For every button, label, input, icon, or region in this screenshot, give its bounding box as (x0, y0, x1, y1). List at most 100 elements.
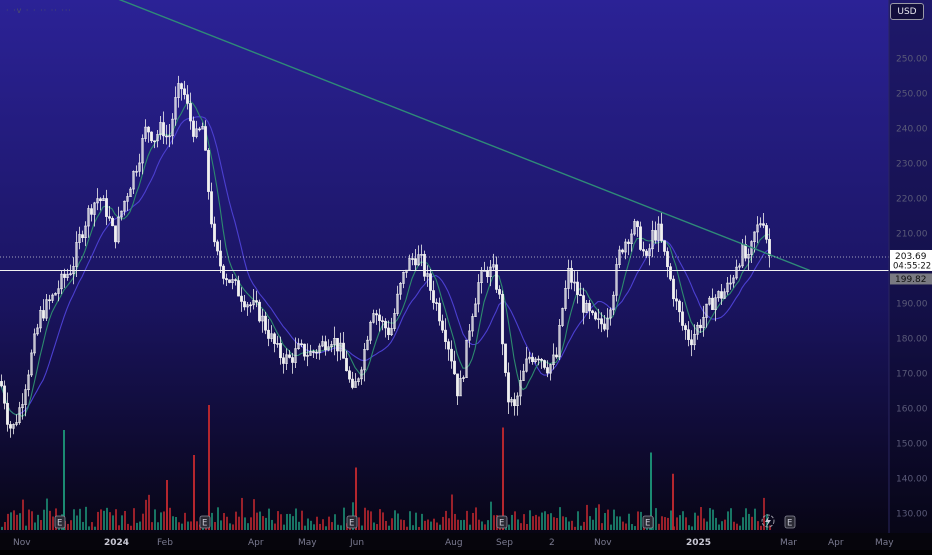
candle-body (453, 360, 456, 375)
earnings-marker[interactable]: E (642, 515, 654, 529)
candle-body (675, 298, 678, 302)
volume-bar (694, 512, 696, 530)
volume-bar (43, 509, 45, 530)
candle-body (279, 343, 282, 359)
volume-bar (658, 523, 660, 530)
candle-body (495, 264, 498, 290)
volume-bar (181, 523, 183, 530)
time-axis-label: 2 (549, 538, 555, 548)
volume-bar (547, 514, 549, 530)
countdown-label: 04:55:22 (893, 261, 931, 271)
time-axis-label: May (298, 538, 317, 548)
candle-body (105, 198, 108, 217)
volume-bar (145, 499, 147, 530)
volume-bar (535, 514, 537, 530)
candle-body (447, 341, 450, 350)
price-tick-label: 130.00 (896, 510, 928, 520)
volume-bar (127, 523, 129, 530)
volume-bar (334, 514, 336, 530)
volume-bar (469, 524, 471, 530)
candle-body (216, 241, 219, 252)
volume-bar (595, 507, 597, 530)
volume-bar (703, 518, 705, 530)
candle-body (381, 320, 384, 322)
candle-body (684, 325, 687, 330)
candle-body (351, 378, 354, 388)
volume-bar (715, 517, 717, 530)
volume-bar (394, 510, 396, 530)
earnings-marker[interactable]: E (784, 515, 796, 529)
candle-body (690, 339, 693, 346)
candle-body (90, 208, 93, 215)
volume-bar (403, 520, 405, 530)
volume-bar (13, 510, 15, 530)
volume-bar (379, 509, 381, 530)
volume-bar (142, 513, 144, 530)
candlestick-chart[interactable]: 250.00 250.00 240.00 230.00 220.00 210.00 190.… (0, 0, 932, 550)
candle-body (9, 424, 12, 429)
volume-bar (601, 523, 603, 530)
volume-bar (130, 525, 132, 530)
volume-bar (655, 508, 657, 530)
volume-bar (751, 516, 753, 530)
volume-bar (91, 522, 93, 530)
volume-bar (46, 498, 48, 530)
volume-bar (679, 515, 681, 530)
time-axis-label: Aug (445, 538, 463, 548)
volume-bar (277, 511, 279, 530)
earnings-marker[interactable]: E (54, 515, 66, 529)
volume-bar (766, 514, 768, 530)
earnings-marker[interactable]: E (199, 515, 211, 529)
volume-bar (706, 521, 708, 530)
volume-bar (160, 512, 162, 530)
volume-bar (1, 526, 3, 530)
volume-bar (427, 519, 429, 530)
volume-bar (358, 517, 360, 530)
price-tick-label: 220.00 (896, 195, 928, 205)
candle-body (3, 385, 6, 404)
candle-body (153, 140, 156, 143)
volume-bar (580, 525, 582, 530)
candle-body (324, 341, 327, 351)
volume-bar (307, 518, 309, 530)
volume-bar (364, 507, 366, 530)
volume-bar (163, 511, 165, 530)
volume-bar (73, 509, 75, 530)
volume-bar (316, 516, 318, 530)
candle-body (282, 357, 285, 364)
candle-body (240, 295, 243, 302)
volume-bar (385, 520, 387, 530)
volume-bar (109, 512, 111, 530)
earnings-marker[interactable]: E (346, 515, 358, 529)
volume-bar (241, 497, 243, 530)
candle-body (300, 343, 303, 345)
chart-area[interactable]: 250.00 250.00 240.00 230.00 220.00 210.00 190.… (0, 0, 932, 550)
earnings-marker[interactable]: E (496, 515, 508, 529)
volume-bar (322, 519, 324, 530)
candle-body (378, 314, 381, 321)
volume-bar (568, 521, 570, 530)
symbol-header: · ·v · · ·· ·· ··· (6, 6, 72, 15)
currency-button[interactable]: USD (890, 3, 924, 20)
candle-body (768, 239, 771, 256)
candle-body (450, 348, 453, 362)
volume-bar (736, 523, 738, 530)
line-price-label: 199.82 (895, 275, 927, 285)
volume-bar (589, 516, 591, 530)
candle-body (264, 315, 267, 331)
volume-bar (16, 514, 18, 530)
volume-bar (313, 524, 315, 530)
volume-bar (661, 516, 663, 530)
candle-body (198, 128, 201, 131)
candle-body (213, 223, 216, 243)
candle-body (0, 381, 3, 387)
volume-bar (688, 525, 690, 530)
volume-bar (616, 516, 618, 530)
volume-bar (97, 511, 99, 530)
volume-bar (76, 515, 78, 530)
candle-body (114, 225, 117, 243)
last-price-label: 203.69 (895, 252, 927, 262)
price-tick-label: 230.00 (896, 160, 928, 170)
volume-bar (457, 519, 459, 530)
volume-bar (106, 507, 108, 530)
